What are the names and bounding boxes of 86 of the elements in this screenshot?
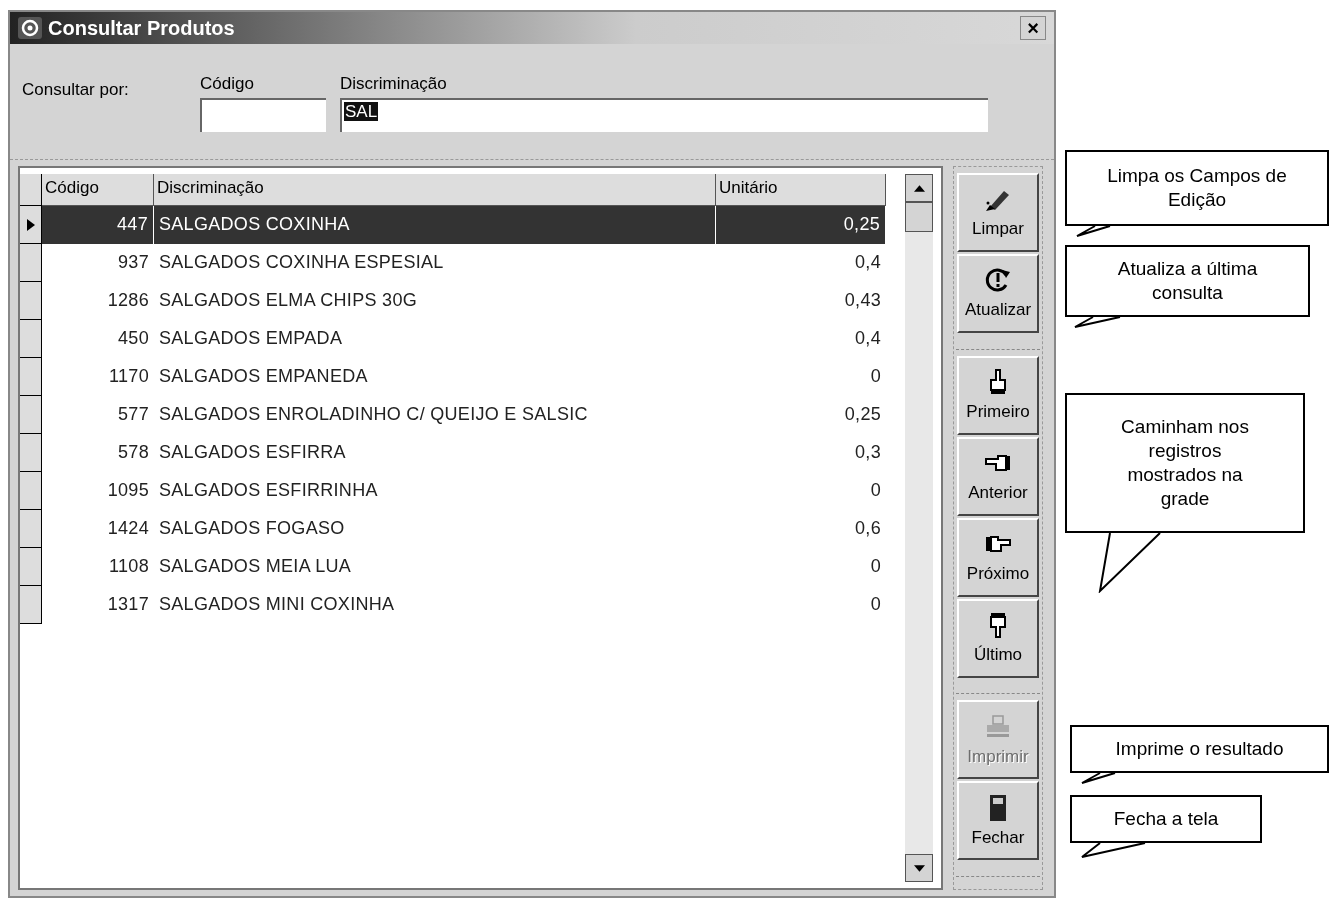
previous-button[interactable]: Anterior (957, 436, 1039, 516)
table-cell-text: 1424 (106, 517, 150, 540)
next-button[interactable]: Próximo (957, 517, 1039, 597)
table-cell-text: 0,25 (843, 403, 882, 426)
table-cell-text: 577 (117, 403, 150, 426)
refresh-button[interactable]: Atualizar (957, 253, 1039, 333)
table-cell-text: 1317 (106, 593, 150, 616)
table-row[interactable]: 1317 SALGADOS MINI COXINHA 0 (20, 586, 941, 624)
callout: Atualiza a última consulta (1065, 245, 1310, 329)
table-cell-text: 0 (869, 365, 882, 388)
row-indicator[interactable] (20, 320, 42, 358)
clear-button[interactable]: Limpar (957, 173, 1039, 252)
table-row[interactable]: 1170 SALGADOS EMPANEDA 0 (20, 358, 941, 396)
table-row[interactable]: 577 SALGADOS ENROLADINHO C/ QUEIJO E SALSIC 0,25 (20, 396, 941, 434)
table-cell-text: 0,4 (854, 251, 882, 274)
table-cell-text: SALGADOS ESFIRRA (158, 441, 347, 464)
first-button[interactable]: Primeiro (957, 355, 1039, 435)
header-corner (20, 174, 42, 206)
row-indicator[interactable] (20, 434, 42, 472)
table-cell-text: 0,43 (843, 289, 882, 312)
table-cell-text: SALGADOS ESFIRRINHA (158, 479, 379, 502)
row-indicator[interactable] (20, 206, 42, 244)
scroll-up-button[interactable] (905, 174, 933, 202)
table-row[interactable]: 447 SALGADOS COXINHA 0,25 (20, 206, 941, 244)
table-cell-text: 0,3 (854, 441, 882, 464)
table-cell: SALGADOS COXINHA (154, 206, 716, 244)
table-cell-text: SALGADOS MINI COXINHA (158, 593, 396, 616)
table-cell-text: SALGADOS COXINHA ESPESIAL (158, 251, 445, 274)
field-label: Código (200, 74, 255, 94)
scroll-thumb[interactable] (905, 202, 933, 232)
table-row[interactable]: 1286 SALGADOS ELMA CHIPS 30G 0,43 (20, 282, 941, 320)
table-cell-text: SALGADOS ELMA CHIPS 30G (158, 289, 418, 312)
close-button[interactable]: Fechar (957, 781, 1039, 861)
table-cell-text: 0 (869, 479, 882, 502)
current-row-icon (25, 217, 36, 232)
field-label: Discriminação (340, 74, 448, 94)
table-cell-text: SALGADOS ENROLADINHO C/ QUEIJO E SALSIC (158, 403, 589, 426)
table-cell-text: 450 (117, 327, 150, 350)
table-cell-text: 1095 (106, 479, 150, 502)
table-cell-text: 1286 (106, 289, 150, 312)
table-cell: 0,25 (716, 206, 886, 244)
column-header[interactable]: Código (42, 174, 154, 206)
table-cell-text: 0,6 (854, 517, 882, 540)
last-button[interactable]: Último (957, 598, 1039, 678)
scroll-down-button[interactable] (905, 854, 933, 882)
table-row[interactable]: 450 SALGADOS EMPADA 0,4 (20, 320, 941, 358)
table-cell-text: 1170 (108, 365, 150, 388)
callout: Fecha a tela (1070, 795, 1262, 859)
table-cell-text: 937 (117, 251, 150, 274)
row-indicator[interactable] (20, 586, 42, 624)
row-indicator[interactable] (20, 510, 42, 548)
column-header[interactable]: Unitário (716, 174, 886, 206)
row-indicator[interactable] (20, 396, 42, 434)
row-indicator[interactable] (20, 282, 42, 320)
table-cell-text: SALGADOS FOGASO (158, 517, 346, 540)
row-indicator[interactable] (20, 358, 42, 396)
scrollbar[interactable] (905, 174, 933, 882)
table-cell-text: 578 (117, 441, 150, 464)
window-title: Consultar Produtos (48, 16, 235, 40)
row-indicator[interactable] (20, 548, 42, 586)
table-cell-text: SALGADOS EMPANEDA (158, 365, 369, 388)
app-icon (18, 17, 42, 39)
input-field[interactable] (200, 98, 326, 132)
input-field[interactable]: SAL (340, 98, 988, 132)
down-arrow-icon (913, 864, 925, 872)
table-cell-text: 0 (869, 593, 882, 616)
column-header[interactable]: Discriminação (154, 174, 716, 206)
search-label: Consultar por: (22, 79, 130, 100)
table-row[interactable]: 937 SALGADOS COXINHA ESPESIAL 0,4 (20, 244, 941, 282)
table-cell-text: 0,4 (854, 327, 882, 350)
callout: Limpa os Campos de Edição (1065, 150, 1329, 238)
table-cell-text: SALGADOS EMPADA (158, 327, 344, 350)
close-button[interactable]: × (1020, 16, 1046, 40)
table-row[interactable]: 1095 SALGADOS ESFIRRINHA 0 (20, 472, 941, 510)
table-row[interactable]: 1424 SALGADOS FOGASO 0,6 (20, 510, 941, 548)
row-indicator[interactable] (20, 472, 42, 510)
callout: Imprime o resultado (1070, 725, 1329, 785)
row-indicator[interactable] (20, 244, 42, 282)
table-row[interactable]: 578 SALGADOS ESFIRRA 0,3 (20, 434, 941, 472)
table-row[interactable]: 1108 SALGADOS MEIA LUA 0 (20, 548, 941, 586)
table-cell: 447 (42, 206, 154, 244)
callout: Caminham nos registros mostrados na grade (1065, 393, 1305, 593)
table-cell-text: 0 (869, 555, 882, 578)
table-cell-text: 1108 (108, 555, 150, 578)
table-cell-text: SALGADOS MEIA LUA (158, 555, 353, 578)
up-arrow-icon (913, 184, 925, 192)
